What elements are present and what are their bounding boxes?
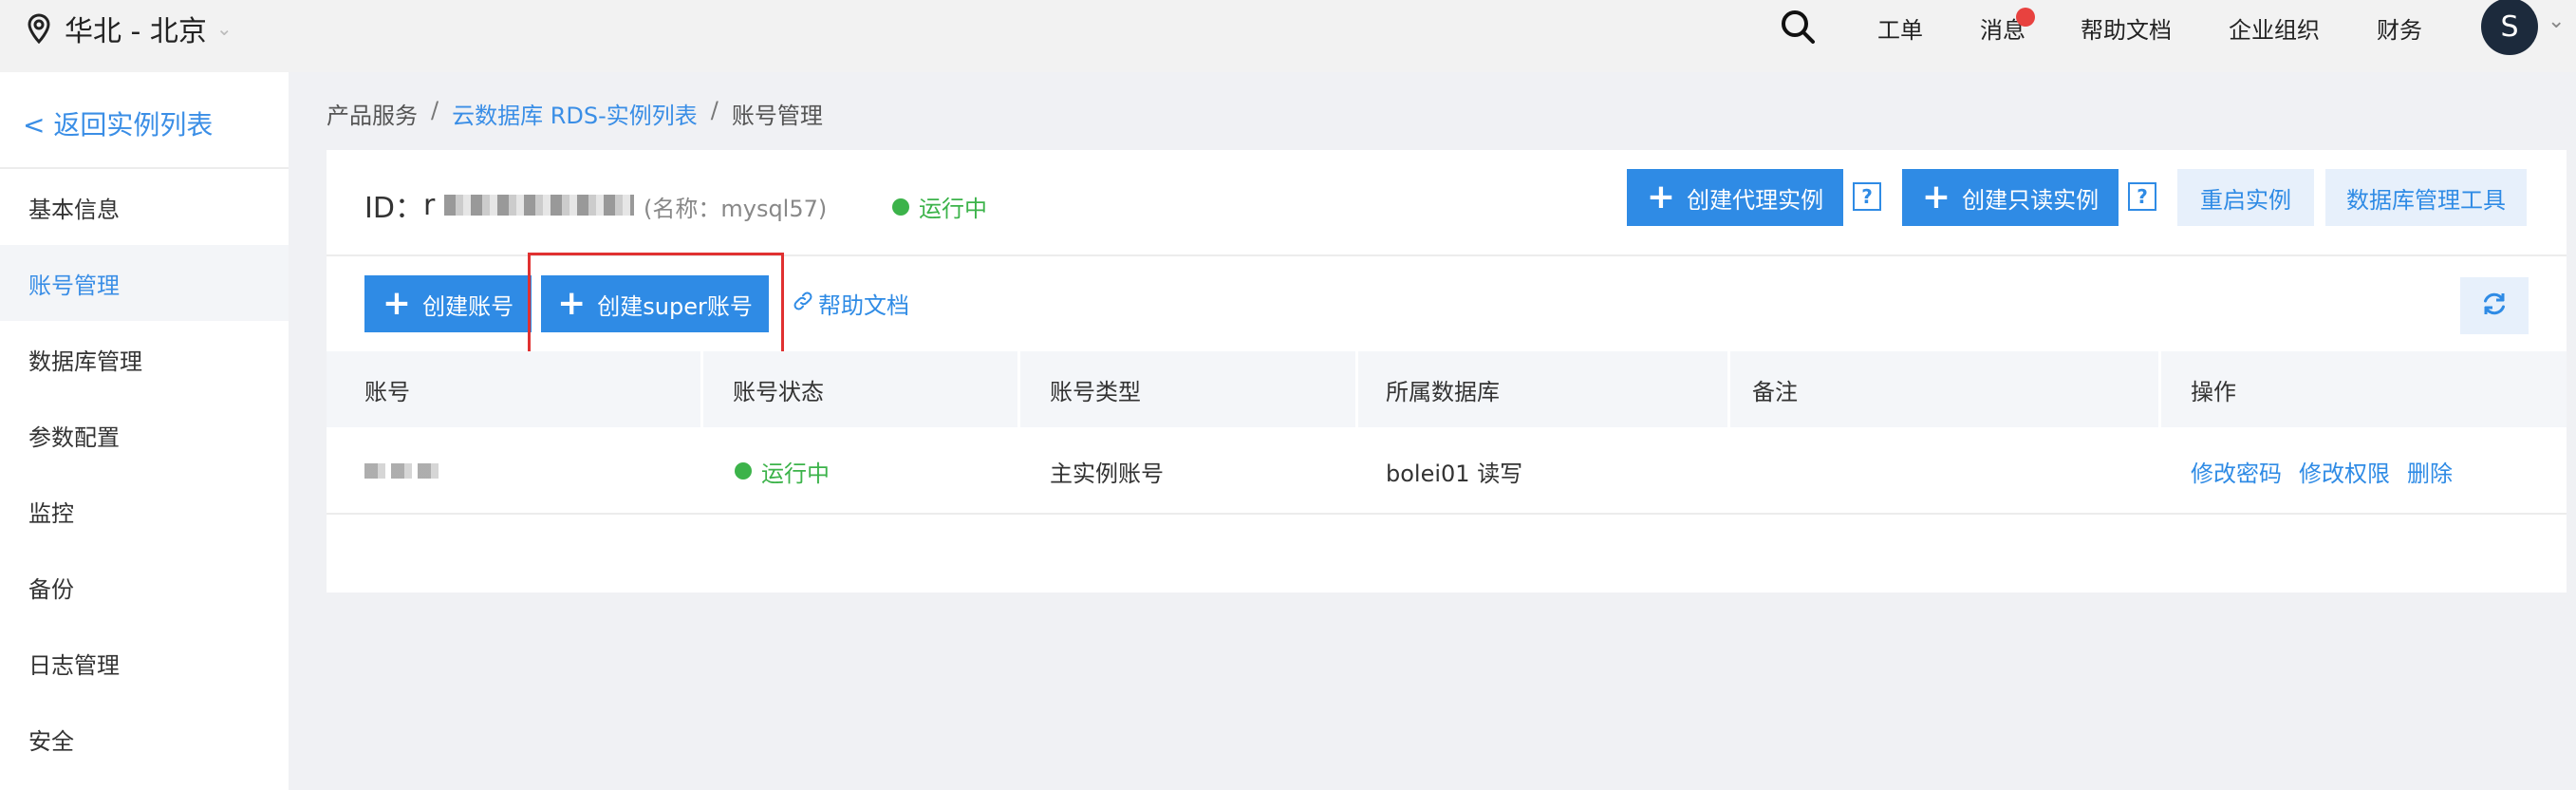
account-type-cell: 主实例账号 xyxy=(1050,460,1164,487)
status-dot-icon xyxy=(892,198,909,216)
highlight-box xyxy=(528,253,784,357)
status-dot-icon xyxy=(735,462,752,480)
column-remark: 备注 xyxy=(1752,378,1798,405)
top-nav: 工单 消息 帮助文档 企业组织 财务 S ⌄ xyxy=(0,0,2576,55)
breadcrumb-product-services[interactable]: 产品服务 xyxy=(327,97,418,130)
sidebar-item-account-management[interactable]: 账号管理 xyxy=(0,245,289,321)
search-icon[interactable] xyxy=(1779,8,1817,49)
sidebar-item-backup[interactable]: 备份 xyxy=(0,549,289,625)
instance-id-prefix: r xyxy=(422,188,436,222)
account-name-cell xyxy=(364,427,440,515)
sidebar-item-logs[interactable]: 日志管理 xyxy=(0,625,289,701)
breadcrumb-separator: / xyxy=(710,97,719,123)
account-panel: ID： r (名称：mysql57) 运行中 + 创建代理实例 ? + 创建只读… xyxy=(327,150,2567,592)
instance-status-label: 运行中 xyxy=(919,196,987,222)
redacted-account-name xyxy=(364,463,440,479)
sidebar-item-monitoring[interactable]: 监控 xyxy=(0,473,289,549)
refresh-icon xyxy=(2480,290,2509,322)
help-doc-label: 帮助文档 xyxy=(818,292,909,319)
nav-help-docs[interactable]: 帮助文档 xyxy=(2081,11,2172,45)
create-proxy-instance-label: 创建代理实例 xyxy=(1687,186,1824,214)
instance-status: 运行中 xyxy=(892,190,987,223)
create-readonly-instance-button[interactable]: + 创建只读实例 xyxy=(1902,169,2119,226)
chevron-down-icon[interactable]: ⌄ xyxy=(2548,9,2565,33)
proxy-help-icon[interactable]: ? xyxy=(1853,182,1881,211)
instance-id-label: ID： xyxy=(364,192,423,225)
change-permissions-link[interactable]: 修改权限 xyxy=(2299,455,2390,488)
column-account: 账号 xyxy=(364,378,410,405)
instance-id: ID： r xyxy=(364,184,635,226)
sidebar-item-security[interactable]: 安全 xyxy=(0,701,289,777)
readonly-help-icon[interactable]: ? xyxy=(2128,182,2156,211)
plus-icon: + xyxy=(1921,178,1951,216)
create-proxy-instance-button[interactable]: + 创建代理实例 xyxy=(1627,169,1843,226)
delete-account-link[interactable]: 删除 xyxy=(2407,455,2453,488)
create-account-button[interactable]: + 创建账号 xyxy=(364,275,532,332)
account-database-cell: bolei01 读写 xyxy=(1386,460,1523,487)
refresh-button[interactable] xyxy=(2460,277,2529,334)
top-bar: 华北 - 北京 ⌄ 工单 消息 帮助文档 企业组织 财务 S ⌄ xyxy=(0,0,2576,72)
change-password-link[interactable]: 修改密码 xyxy=(2191,455,2282,488)
breadcrumb-rds-instance-list[interactable]: 云数据库 RDS-实例列表 xyxy=(452,97,698,130)
restart-instance-button[interactable]: 重启实例 xyxy=(2177,169,2314,226)
create-readonly-instance-label: 创建只读实例 xyxy=(1962,186,2100,214)
column-type: 账号类型 xyxy=(1050,378,1141,405)
plus-icon: + xyxy=(1646,178,1676,216)
instance-name: (名称：mysql57) xyxy=(644,196,828,222)
sidebar-item-database-management[interactable]: 数据库管理 xyxy=(0,321,289,397)
column-operations: 操作 xyxy=(2191,378,2236,405)
create-account-label: 创建账号 xyxy=(422,292,514,320)
notification-dot xyxy=(2016,8,2035,27)
breadcrumb-current: 账号管理 xyxy=(731,103,823,129)
avatar[interactable]: S xyxy=(2481,0,2538,55)
db-management-tool-button[interactable]: 数据库管理工具 xyxy=(2325,169,2527,226)
account-status-label: 运行中 xyxy=(761,460,830,487)
account-operations-cell: 修改密码 修改权限 删除 xyxy=(2191,427,2470,515)
column-database: 所属数据库 xyxy=(1386,378,1500,405)
sidebar-item-parameters[interactable]: 参数配置 xyxy=(0,397,289,473)
breadcrumb: 产品服务 / 云数据库 RDS-实例列表 / 账号管理 xyxy=(327,97,823,130)
nav-ticket[interactable]: 工单 xyxy=(1877,11,1923,45)
plus-icon: + xyxy=(382,284,412,323)
sidebar: < 返回实例列表 基本信息 账号管理 数据库管理 参数配置 监控 备份 日志管理… xyxy=(0,72,289,790)
nav-finance[interactable]: 财务 xyxy=(2377,11,2422,45)
link-icon xyxy=(792,290,814,318)
column-status: 账号状态 xyxy=(733,378,824,405)
sidebar-item-basic-info[interactable]: 基本信息 xyxy=(0,169,289,245)
help-doc-link[interactable]: 帮助文档 xyxy=(792,287,909,320)
table-header: 账号 账号状态 账号类型 所属数据库 备注 操作 xyxy=(327,351,2567,427)
back-to-instance-list[interactable]: < 返回实例列表 xyxy=(23,104,213,142)
account-status: 运行中 xyxy=(735,455,830,488)
table-row: 运行中 主实例账号 bolei01 读写 修改密码 修改权限 删除 xyxy=(327,427,2567,515)
nav-enterprise[interactable]: 企业组织 xyxy=(2229,11,2320,45)
account-status-cell: 运行中 xyxy=(735,427,830,515)
redacted-instance-id xyxy=(444,195,635,216)
breadcrumb-separator: / xyxy=(431,97,439,123)
